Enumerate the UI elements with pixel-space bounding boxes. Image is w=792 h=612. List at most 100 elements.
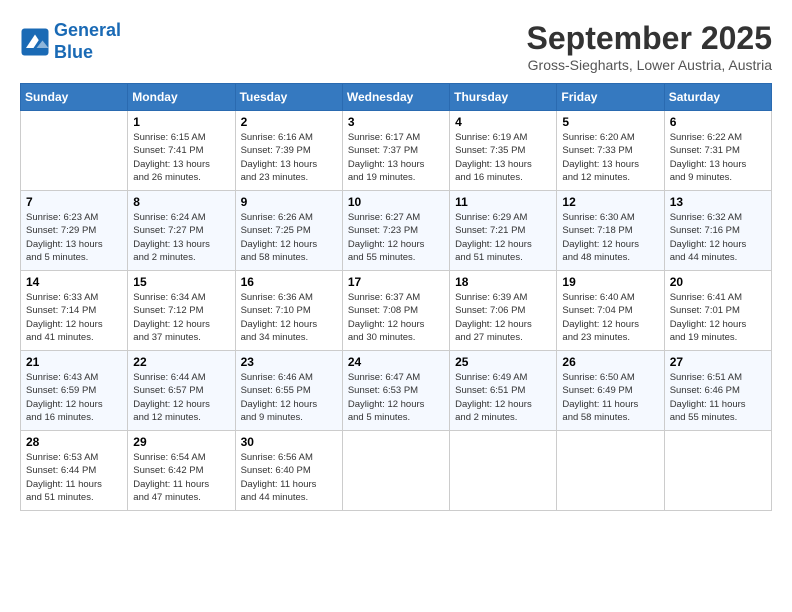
day-info: Sunrise: 6:49 AMSunset: 6:51 PMDaylight:… — [455, 371, 551, 424]
day-number: 14 — [26, 275, 122, 289]
calendar-cell: 30Sunrise: 6:56 AMSunset: 6:40 PMDayligh… — [235, 431, 342, 511]
calendar-cell: 10 Sunrise: 6:27 AMSunset: 7:23 PMDayligh… — [342, 191, 449, 271]
day-number: 8 — [133, 195, 229, 209]
calendar-cell: 11 Sunrise: 6:29 AMSunset: 7:21 PMDayligh… — [450, 191, 557, 271]
calendar-cell: 18Sunrise: 6:39 AMSunset: 7:06 PMDayligh… — [450, 271, 557, 351]
month-title: September 2025 — [527, 20, 772, 57]
day-info: Sunrise: 6:47 AMSunset: 6:53 PMDaylight:… — [348, 371, 444, 424]
day-info: Sunrise: 6:32 AMSunset: 7:16 PMDaylight:… — [670, 211, 766, 264]
day-number: 2 — [241, 115, 337, 129]
day-info: Sunrise: 6:50 AMSunset: 6:49 PMDaylight:… — [562, 371, 658, 424]
title-block: September 2025 Gross-Siegharts, Lower Au… — [527, 20, 772, 73]
calendar-cell — [450, 431, 557, 511]
day-number: 18 — [455, 275, 551, 289]
day-number: 12 — [562, 195, 658, 209]
calendar-cell: 15 Sunrise: 6:34 AMSunset: 7:12 PMDayligh… — [128, 271, 235, 351]
day-info: Sunrise: 6:51 AMSunset: 6:46 PMDaylight:… — [670, 371, 766, 424]
day-info: Sunrise: 6:30 AMSunset: 7:18 PMDaylight:… — [562, 211, 658, 264]
day-info: Sunrise: 6:43 AMSunset: 6:59 PMDaylight:… — [26, 371, 122, 424]
day-number: 16 — [241, 275, 337, 289]
day-number: 19 — [562, 275, 658, 289]
calendar-cell: 12 Sunrise: 6:30 AMSunset: 7:18 PMDayligh… — [557, 191, 664, 271]
day-info: Sunrise: 6:17 AMSunset: 7:37 PMDaylight:… — [348, 131, 444, 184]
day-number: 29 — [133, 435, 229, 449]
day-info: Sunrise: 6:53 AMSunset: 6:44 PMDaylight:… — [26, 451, 122, 504]
logo: General Blue — [20, 20, 121, 63]
day-number: 22 — [133, 355, 229, 369]
weekday-header-monday: Monday — [128, 84, 235, 111]
day-number: 6 — [670, 115, 766, 129]
day-info: Sunrise: 6:19 AMSunset: 7:35 PMDaylight:… — [455, 131, 551, 184]
calendar-cell: 3 Sunrise: 6:17 AMSunset: 7:37 PMDaylight… — [342, 111, 449, 191]
day-number: 28 — [26, 435, 122, 449]
day-info: Sunrise: 6:20 AMSunset: 7:33 PMDaylight:… — [562, 131, 658, 184]
day-info: Sunrise: 6:40 AMSunset: 7:04 PMDaylight:… — [562, 291, 658, 344]
calendar-cell: 5Sunrise: 6:20 AMSunset: 7:33 PMDaylight… — [557, 111, 664, 191]
calendar-cell: 24 Sunrise: 6:47 AMSunset: 6:53 PMDayligh… — [342, 351, 449, 431]
calendar-cell — [21, 111, 128, 191]
day-number: 23 — [241, 355, 337, 369]
day-number: 13 — [670, 195, 766, 209]
logo-icon — [20, 27, 50, 57]
calendar-cell: 22 Sunrise: 6:44 AMSunset: 6:57 PMDayligh… — [128, 351, 235, 431]
day-info: Sunrise: 6:26 AMSunset: 7:25 PMDaylight:… — [241, 211, 337, 264]
calendar-cell: 8 Sunrise: 6:24 AMSunset: 7:27 PMDaylight… — [128, 191, 235, 271]
calendar-cell — [342, 431, 449, 511]
day-info: Sunrise: 6:24 AMSunset: 7:27 PMDaylight:… — [133, 211, 229, 264]
calendar-cell: 13 Sunrise: 6:32 AMSunset: 7:16 PMDayligh… — [664, 191, 771, 271]
calendar-week-5: 28 Sunrise: 6:53 AMSunset: 6:44 PMDayligh… — [21, 431, 772, 511]
page-header: General Blue September 2025 Gross-Siegha… — [20, 20, 772, 73]
day-number: 21 — [26, 355, 122, 369]
day-info: Sunrise: 6:15 AMSunset: 7:41 PMDaylight:… — [133, 131, 229, 184]
calendar-week-2: 7 Sunrise: 6:23 AMSunset: 7:29 PMDaylight… — [21, 191, 772, 271]
calendar-cell: 14Sunrise: 6:33 AMSunset: 7:14 PMDayligh… — [21, 271, 128, 351]
calendar-cell: 20Sunrise: 6:41 AMSunset: 7:01 PMDayligh… — [664, 271, 771, 351]
day-info: Sunrise: 6:29 AMSunset: 7:21 PMDaylight:… — [455, 211, 551, 264]
calendar-header: SundayMondayTuesdayWednesdayThursdayFrid… — [21, 84, 772, 111]
day-info: Sunrise: 6:22 AMSunset: 7:31 PMDaylight:… — [670, 131, 766, 184]
location-title: Gross-Siegharts, Lower Austria, Austria — [527, 57, 772, 73]
calendar-cell — [557, 431, 664, 511]
day-number: 15 — [133, 275, 229, 289]
calendar-table: SundayMondayTuesdayWednesdayThursdayFrid… — [20, 83, 772, 511]
calendar-cell — [664, 431, 771, 511]
day-number: 25 — [455, 355, 551, 369]
calendar-cell: 26 Sunrise: 6:50 AMSunset: 6:49 PMDayligh… — [557, 351, 664, 431]
day-info: Sunrise: 6:54 AMSunset: 6:42 PMDaylight:… — [133, 451, 229, 504]
day-number: 1 — [133, 115, 229, 129]
calendar-cell: 17Sunrise: 6:37 AMSunset: 7:08 PMDayligh… — [342, 271, 449, 351]
day-number: 26 — [562, 355, 658, 369]
calendar-cell: 28 Sunrise: 6:53 AMSunset: 6:44 PMDayligh… — [21, 431, 128, 511]
day-info: Sunrise: 6:44 AMSunset: 6:57 PMDaylight:… — [133, 371, 229, 424]
day-number: 27 — [670, 355, 766, 369]
day-number: 9 — [241, 195, 337, 209]
calendar-cell: 23 Sunrise: 6:46 AMSunset: 6:55 PMDayligh… — [235, 351, 342, 431]
calendar-cell: 21 Sunrise: 6:43 AMSunset: 6:59 PMDayligh… — [21, 351, 128, 431]
calendar-cell: 1 Sunrise: 6:15 AMSunset: 7:41 PMDaylight… — [128, 111, 235, 191]
day-info: Sunrise: 6:36 AMSunset: 7:10 PMDaylight:… — [241, 291, 337, 344]
day-info: Sunrise: 6:41 AMSunset: 7:01 PMDaylight:… — [670, 291, 766, 344]
logo-text: General Blue — [54, 20, 121, 63]
day-number: 4 — [455, 115, 551, 129]
day-number: 11 — [455, 195, 551, 209]
weekday-header-wednesday: Wednesday — [342, 84, 449, 111]
day-number: 3 — [348, 115, 444, 129]
day-number: 24 — [348, 355, 444, 369]
calendar-cell: 4 Sunrise: 6:19 AMSunset: 7:35 PMDaylight… — [450, 111, 557, 191]
weekday-header-thursday: Thursday — [450, 84, 557, 111]
calendar-cell: 7 Sunrise: 6:23 AMSunset: 7:29 PMDaylight… — [21, 191, 128, 271]
day-info: Sunrise: 6:23 AMSunset: 7:29 PMDaylight:… — [26, 211, 122, 264]
weekday-header-saturday: Saturday — [664, 84, 771, 111]
day-info: Sunrise: 6:46 AMSunset: 6:55 PMDaylight:… — [241, 371, 337, 424]
day-number: 10 — [348, 195, 444, 209]
day-info: Sunrise: 6:27 AMSunset: 7:23 PMDaylight:… — [348, 211, 444, 264]
weekday-header-tuesday: Tuesday — [235, 84, 342, 111]
weekday-header-friday: Friday — [557, 84, 664, 111]
calendar-cell: 19 Sunrise: 6:40 AMSunset: 7:04 PMDayligh… — [557, 271, 664, 351]
calendar-cell: 16 Sunrise: 6:36 AMSunset: 7:10 PMDayligh… — [235, 271, 342, 351]
day-info: Sunrise: 6:56 AMSunset: 6:40 PMDaylight:… — [241, 451, 337, 504]
day-info: Sunrise: 6:37 AMSunset: 7:08 PMDaylight:… — [348, 291, 444, 344]
weekday-header-sunday: Sunday — [21, 84, 128, 111]
day-number: 7 — [26, 195, 122, 209]
day-info: Sunrise: 6:34 AMSunset: 7:12 PMDaylight:… — [133, 291, 229, 344]
